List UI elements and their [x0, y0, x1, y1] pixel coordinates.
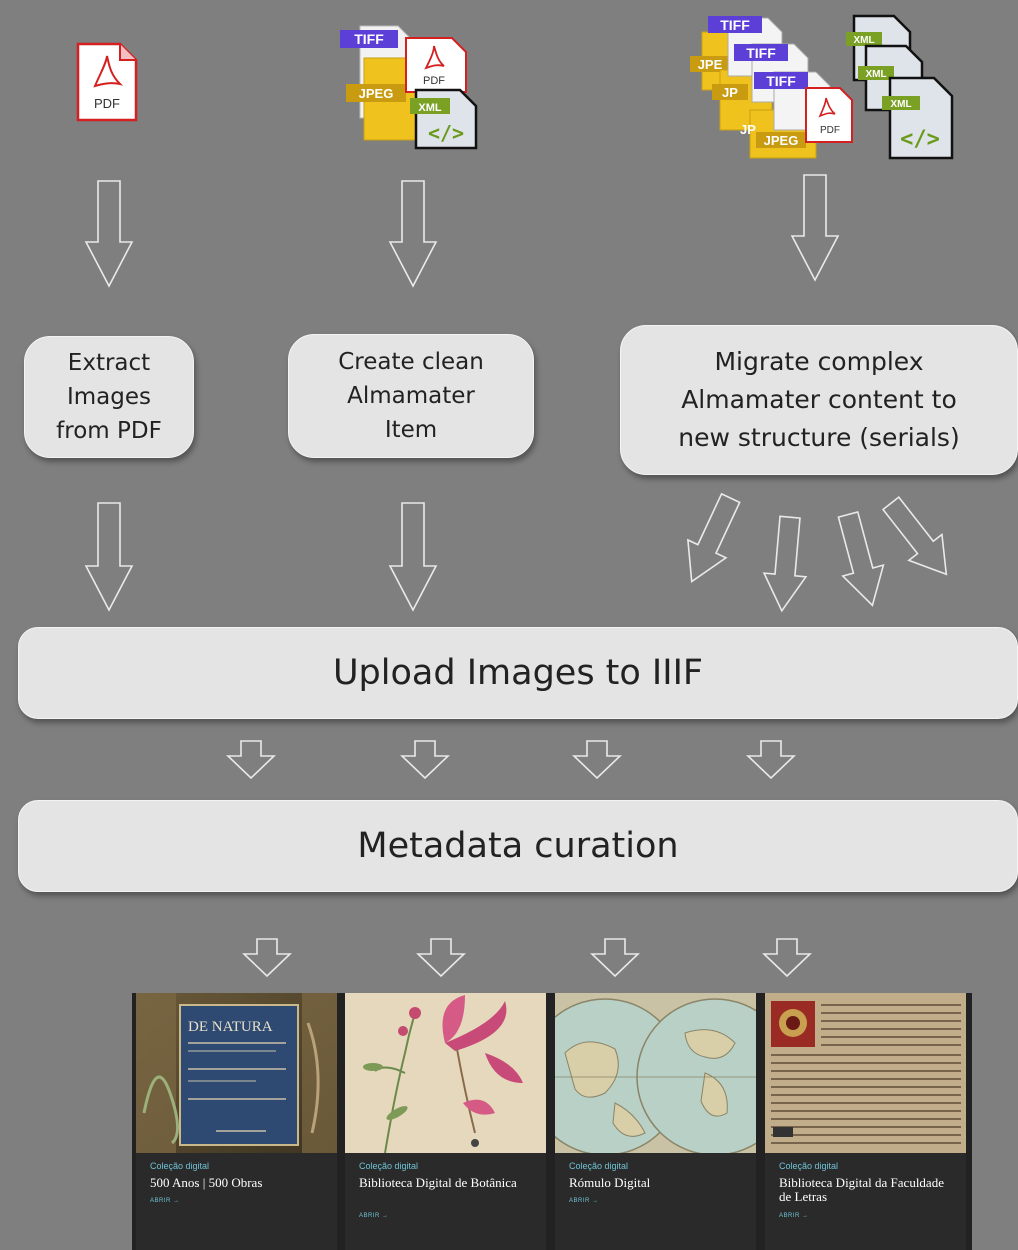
card-thumbnail [765, 993, 966, 1153]
card-thumbnail [555, 993, 756, 1153]
svg-text:JPEG: JPEG [764, 133, 799, 148]
card-open-link[interactable]: ABRIR → [150, 1198, 180, 1204]
card-kicker: Coleção digital [569, 1161, 629, 1171]
small-arrow-2 [400, 740, 450, 780]
small-arrow-8 [762, 938, 812, 978]
svg-text:PDF: PDF [423, 75, 445, 87]
svg-text:XML: XML [890, 99, 911, 110]
pdf-file-label: PDF [94, 96, 120, 111]
svg-text:DE NATURA: DE NATURA [188, 1019, 273, 1035]
svg-text:XML: XML [853, 35, 874, 46]
card-thumbnail: DE NATURA [136, 993, 337, 1153]
collection-card-500-anos[interactable]: DE NATURA Coleção digital 500 Anos | 500… [136, 993, 337, 1250]
svg-text:PDF: PDF [820, 125, 840, 136]
pdf-file-icon: PDF [76, 42, 138, 122]
file-stack-icon-group: TIFF JPEG PDF XML </> [338, 22, 478, 150]
svg-text:TIFF: TIFF [746, 45, 776, 61]
collection-card-faculdade-letras[interactable]: Coleção digital Biblioteca Digital da Fa… [765, 993, 966, 1250]
small-arrow-1 [226, 740, 276, 780]
collections-strip: DE NATURA Coleção digital 500 Anos | 500… [132, 993, 972, 1250]
svg-text:TIFF: TIFF [766, 73, 796, 89]
small-arrow-4 [746, 740, 796, 780]
slanted-arrow-4 [881, 496, 948, 576]
down-arrow-1 [84, 180, 134, 288]
card-kicker: Coleção digital [359, 1161, 419, 1171]
small-arrow-7 [590, 938, 640, 978]
svg-text:TIFF: TIFF [720, 17, 750, 33]
card-open-link[interactable]: ABRIR → [569, 1198, 599, 1204]
slanted-arrow-2 [762, 515, 808, 613]
jpeg-label: JPEG [359, 86, 394, 101]
card-open-link[interactable]: ABRIR → [359, 1213, 389, 1219]
upload-iiif-step: Upload Images to IIIF [18, 627, 1018, 719]
small-arrow-3 [572, 740, 622, 780]
card-kicker: Coleção digital [150, 1161, 210, 1171]
card-title: 500 Anos | 500 Obras [150, 1175, 263, 1190]
card-open-link[interactable]: ABRIR → [779, 1213, 809, 1219]
svg-text:</>: </> [900, 127, 940, 152]
extract-images-step: Extract Images from PDF [24, 336, 194, 458]
card-title: Biblioteca Digital de Botânica [359, 1175, 517, 1190]
xml-label: XML [418, 102, 442, 114]
collection-card-botanica[interactable]: Coleção digital Biblioteca Digital de Bo… [345, 993, 546, 1250]
svg-text:XML: XML [865, 69, 886, 80]
svg-text:JP: JP [722, 85, 738, 100]
svg-text:JP: JP [740, 122, 756, 137]
create-item-step: Create clean Almamater Item [288, 334, 534, 458]
small-arrow-6 [416, 938, 466, 978]
card-title: Biblioteca Digital da Faculdade de Letra… [779, 1175, 944, 1204]
collection-card-romulo[interactable]: Coleção digital Rómulo Digital ABRIR → [555, 993, 756, 1250]
metadata-curation-step: Metadata curation [18, 800, 1018, 892]
migrate-content-step: Migrate complex Almamater content to new… [620, 325, 1018, 475]
down-arrow-4 [84, 502, 134, 612]
card-title: Rómulo Digital [569, 1175, 651, 1190]
down-arrow-3 [790, 174, 840, 282]
slanted-arrow-1 [686, 492, 741, 583]
tiff-label: TIFF [354, 31, 384, 47]
down-arrow-2 [388, 180, 438, 288]
svg-text:</>: </> [428, 121, 464, 145]
svg-text:JPE: JPE [698, 57, 723, 72]
small-arrow-5 [242, 938, 292, 978]
down-arrow-5 [388, 502, 438, 612]
card-thumbnail [345, 993, 546, 1153]
many-files-icon-group: JPE JP JP JPEG TIFF TIFF TIFF PDF XML XM… [690, 10, 958, 162]
card-kicker: Coleção digital [779, 1161, 839, 1171]
